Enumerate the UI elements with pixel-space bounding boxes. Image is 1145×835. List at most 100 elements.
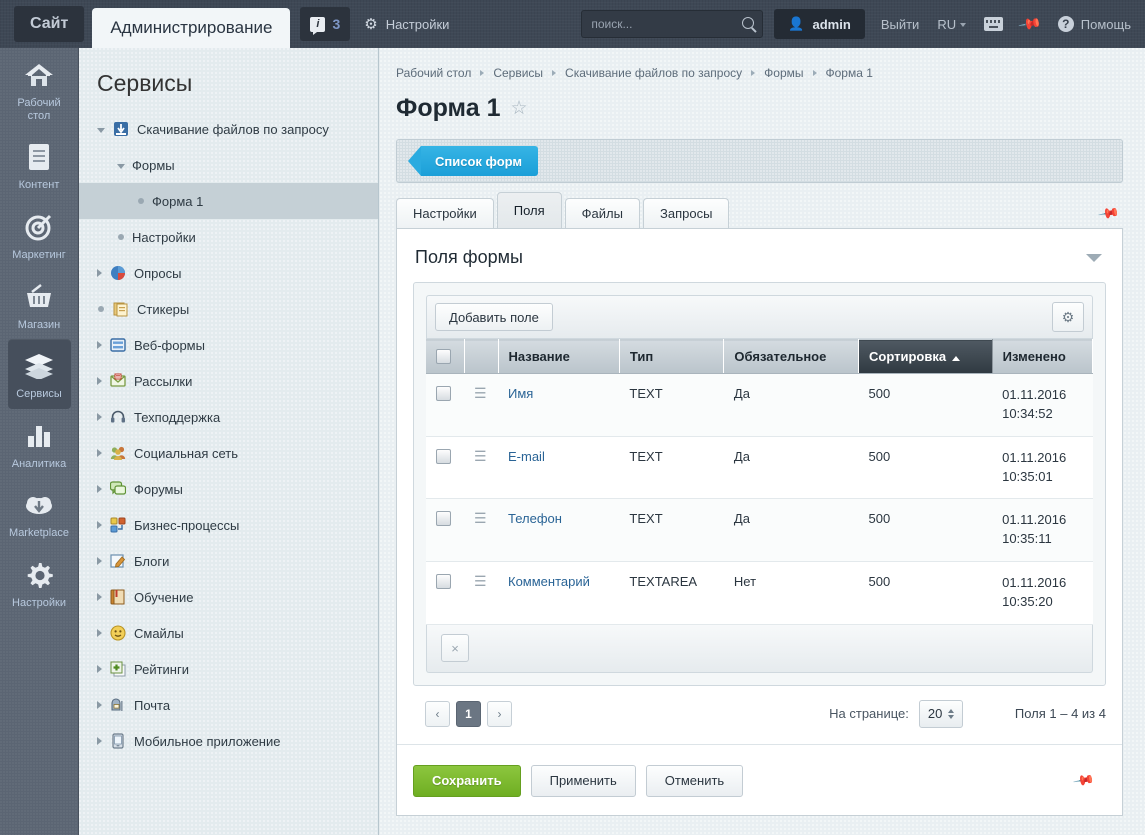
row-drag-cell[interactable]: ☰	[464, 374, 498, 437]
rail-item-marketplace[interactable]: Marketplace	[8, 478, 71, 548]
chevron-right-icon[interactable]	[97, 521, 102, 529]
tab-requests[interactable]: Запросы	[643, 198, 729, 228]
search-input[interactable]	[582, 11, 762, 37]
field-name-link[interactable]: Комментарий	[508, 574, 590, 589]
column-select-all[interactable]	[426, 340, 464, 374]
chevron-right-icon[interactable]	[97, 665, 102, 673]
tree-item[interactable]: Обучение	[79, 579, 378, 615]
apply-button[interactable]: Применить	[531, 765, 636, 797]
row-checkbox[interactable]	[436, 386, 451, 401]
row-checkbox[interactable]	[436, 449, 451, 464]
chevron-right-icon[interactable]	[97, 449, 102, 457]
tree-item[interactable]: Рассылки	[79, 363, 378, 399]
logout-link[interactable]: Выйти	[881, 17, 920, 32]
drag-handle-icon[interactable]: ☰	[474, 385, 487, 401]
breadcrumb-item[interactable]: Сервисы	[493, 66, 543, 80]
save-button[interactable]: Сохранить	[413, 765, 521, 797]
breadcrumb-item[interactable]: Формы	[764, 66, 803, 80]
tab-fields[interactable]: Поля	[497, 192, 562, 228]
cancel-button[interactable]: Отменить	[646, 765, 743, 797]
next-page-button[interactable]: ›	[487, 701, 512, 727]
tab-files[interactable]: Файлы	[565, 198, 640, 228]
chevron-right-icon[interactable]	[97, 629, 102, 637]
row-drag-cell[interactable]: ☰	[464, 562, 498, 625]
header-settings-link[interactable]: ⚙ Настройки	[364, 17, 449, 32]
tree-item[interactable]: Форма 1	[79, 183, 378, 219]
select-all-checkbox[interactable]	[436, 349, 451, 364]
tab-settings[interactable]: Настройки	[396, 198, 494, 228]
field-name-link[interactable]: Телефон	[508, 511, 562, 526]
per-page-select[interactable]: 20	[919, 700, 963, 728]
tree-item[interactable]: Блоги	[79, 543, 378, 579]
rail-item-shop[interactable]: Магазин	[8, 270, 71, 340]
grid-settings-gear-icon[interactable]: ⚙	[1052, 302, 1084, 332]
pin-icon[interactable]: 📌	[1018, 11, 1044, 36]
admin-tab[interactable]: Администрирование	[92, 8, 290, 48]
user-menu-button[interactable]: 👤 admin	[774, 9, 864, 39]
chevron-right-icon[interactable]	[97, 377, 102, 385]
chevron-down-icon[interactable]	[117, 164, 125, 169]
rail-item-marketing[interactable]: Маркетинг	[8, 200, 71, 270]
tree-item[interactable]: Смайлы	[79, 615, 378, 651]
row-checkbox[interactable]	[436, 511, 451, 526]
chevron-right-icon[interactable]	[97, 593, 102, 601]
rail-item-desktop[interactable]: Рабочий стол	[8, 48, 71, 130]
search-box[interactable]	[581, 10, 763, 38]
row-drag-cell[interactable]: ☰	[464, 499, 498, 562]
chevron-right-icon[interactable]	[97, 701, 102, 709]
tree-item[interactable]: Настройки	[79, 219, 378, 255]
help-link[interactable]: ? Помощь	[1058, 16, 1131, 32]
forms-list-button[interactable]: Список форм	[421, 146, 538, 176]
chevron-right-icon[interactable]	[97, 341, 102, 349]
tree-item[interactable]: Мобильное приложение	[79, 723, 378, 759]
pin-icon[interactable]: 📌	[1071, 769, 1095, 793]
drag-handle-icon[interactable]: ☰	[474, 448, 487, 464]
table-row[interactable]: ☰КомментарийTEXTAREAНет50001.11.201610:3…	[426, 562, 1093, 625]
tree-item[interactable]: Техподдержка	[79, 399, 378, 435]
chevron-down-icon[interactable]	[1086, 254, 1102, 262]
rail-item-settings[interactable]: Настройки	[8, 548, 71, 618]
chevron-right-icon[interactable]	[97, 413, 102, 421]
prev-page-button[interactable]: ‹	[425, 701, 450, 727]
row-select-cell[interactable]	[426, 436, 464, 499]
delete-selected-button[interactable]: ×	[441, 634, 469, 662]
field-name-link[interactable]: E-mail	[508, 449, 545, 464]
column-required[interactable]: Обязательное	[724, 340, 859, 374]
chevron-right-icon[interactable]	[97, 737, 102, 745]
add-field-button[interactable]: Добавить поле	[435, 303, 553, 331]
drag-handle-icon[interactable]: ☰	[474, 510, 487, 526]
row-select-cell[interactable]	[426, 374, 464, 437]
chevron-right-icon[interactable]	[97, 485, 102, 493]
chevron-right-icon[interactable]	[97, 269, 102, 277]
row-checkbox[interactable]	[436, 574, 451, 589]
chevron-down-icon[interactable]	[97, 128, 105, 133]
tree-item[interactable]: Почта	[79, 687, 378, 723]
keyboard-icon[interactable]	[984, 17, 1003, 31]
tree-item[interactable]: Опросы	[79, 255, 378, 291]
tree-item[interactable]: Форумы	[79, 471, 378, 507]
notifications-badge[interactable]: i 3	[300, 7, 350, 41]
page-1-button[interactable]: 1	[456, 701, 481, 727]
table-row[interactable]: ☰E-mailTEXTДа50001.11.201610:35:01	[426, 436, 1093, 499]
row-drag-cell[interactable]: ☰	[464, 436, 498, 499]
column-name[interactable]: Название	[498, 340, 619, 374]
chevron-right-icon[interactable]	[97, 557, 102, 565]
tree-item[interactable]: Формы	[79, 147, 378, 183]
rail-item-services[interactable]: Сервисы	[8, 339, 71, 409]
table-row[interactable]: ☰ИмяTEXTДа50001.11.201610:34:52	[426, 374, 1093, 437]
pin-icon[interactable]: 📌	[1096, 202, 1120, 226]
tree-item[interactable]: Рейтинги	[79, 651, 378, 687]
column-modified[interactable]: Изменено	[992, 340, 1092, 374]
row-select-cell[interactable]	[426, 562, 464, 625]
column-type[interactable]: Тип	[619, 340, 723, 374]
column-sort[interactable]: Сортировка	[859, 340, 993, 374]
tree-item[interactable]: Стикеры	[79, 291, 378, 327]
breadcrumb-item[interactable]: Скачивание файлов по запросу	[565, 66, 742, 80]
rail-item-content[interactable]: Контент	[8, 130, 71, 200]
language-switcher[interactable]: RU	[937, 17, 966, 32]
field-name-link[interactable]: Имя	[508, 386, 533, 401]
favorite-star-icon[interactable]: ☆	[510, 97, 527, 120]
tree-item[interactable]: Скачивание файлов по запросу	[79, 111, 378, 147]
table-row[interactable]: ☰ТелефонTEXTДа50001.11.201610:35:11	[426, 499, 1093, 562]
tree-item[interactable]: Бизнес-процессы	[79, 507, 378, 543]
